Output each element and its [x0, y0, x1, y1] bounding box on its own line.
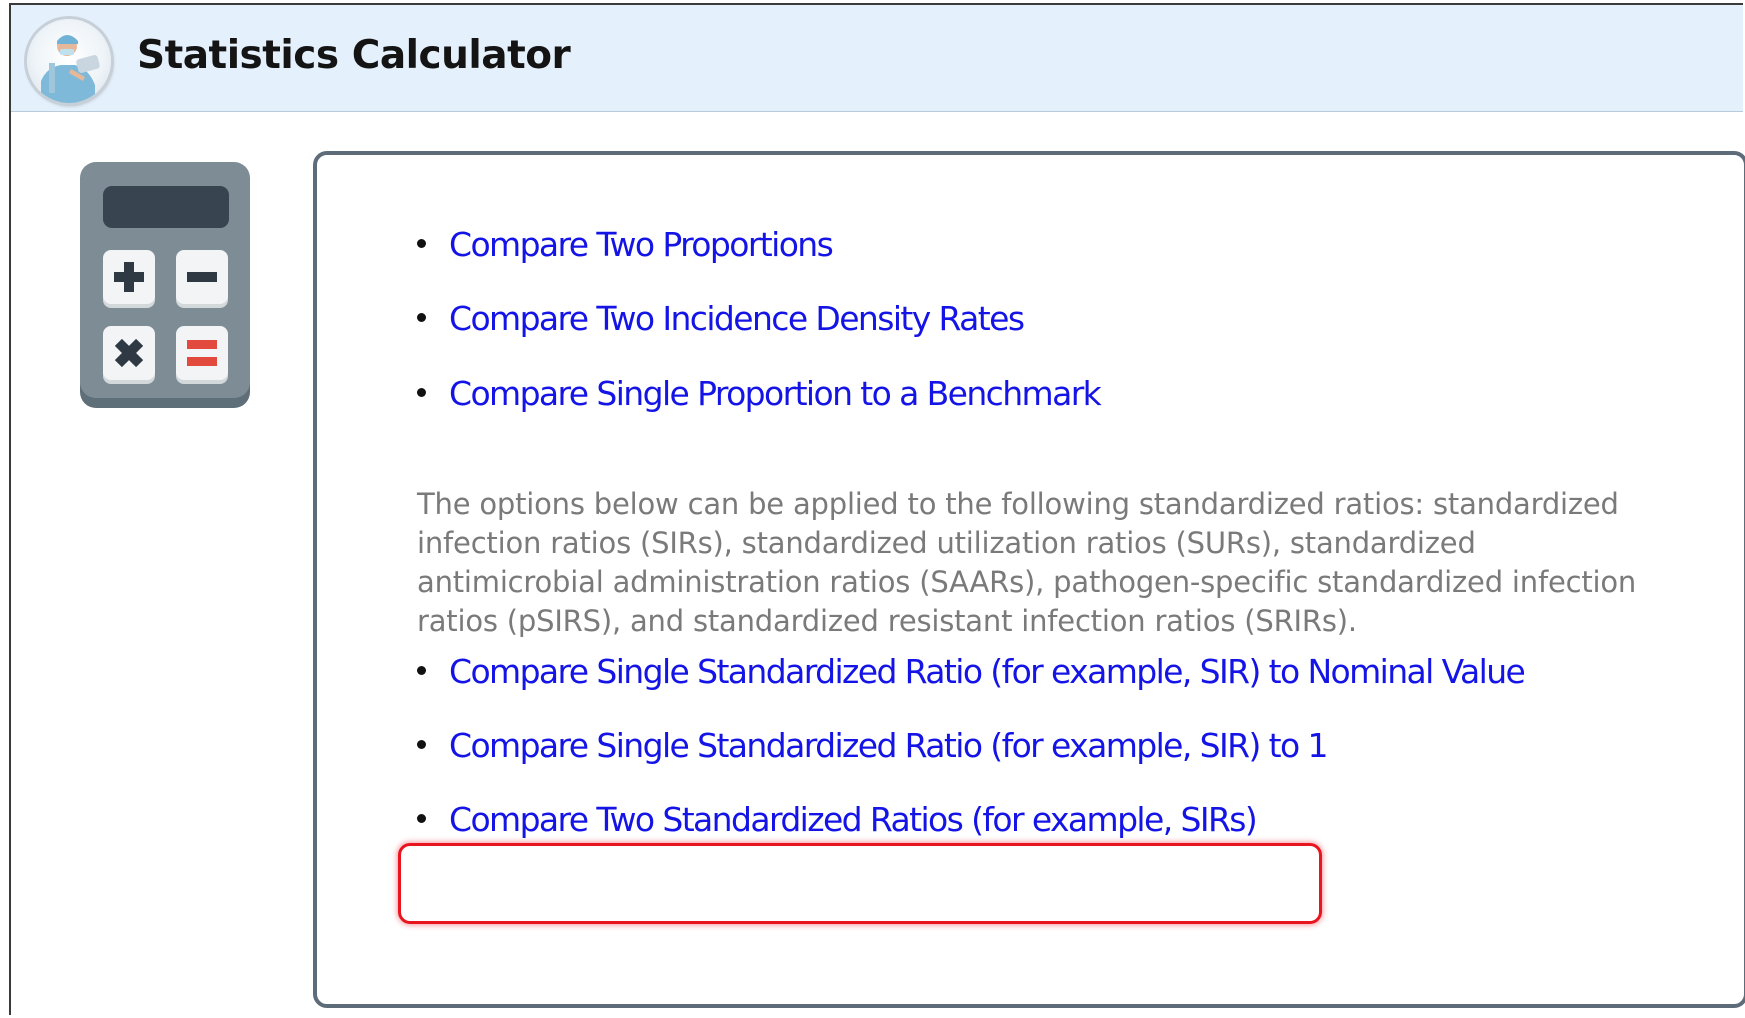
bullet-icon [417, 313, 426, 322]
nurse-avatar-graphic [41, 35, 100, 103]
compare-two-standardized-ratios-link[interactable]: Compare Two Standardized Ratios (for exa… [449, 800, 1258, 839]
compare-single-proportion-benchmark-link[interactable]: Compare Single Proportion to a Benchmark [449, 374, 1102, 413]
bullet-icon [417, 740, 426, 749]
standardized-ratios-note: The options below can be applied to the … [417, 487, 1637, 638]
statistics-calculator-window: Statistics Calculator Compare Two Propor… [9, 3, 1745, 1015]
calculator-graphic [80, 162, 250, 408]
header-bar: Statistics Calculator [11, 5, 1743, 112]
list-item: Compare Single Standardized Ratio (for e… [417, 652, 1526, 692]
bullet-icon [417, 388, 426, 397]
list-item: Compare Two Incidence Density Rates [417, 299, 1025, 339]
list-item: Compare Two Proportions [417, 225, 834, 265]
compare-single-ratio-nominal-value-link[interactable]: Compare Single Standardized Ratio (for e… [449, 652, 1526, 691]
page-title: Statistics Calculator [137, 33, 571, 78]
bullet-icon [417, 814, 426, 823]
compare-two-proportions-link[interactable]: Compare Two Proportions [449, 225, 834, 264]
compare-two-incidence-density-rates-link[interactable]: Compare Two Incidence Density Rates [449, 299, 1025, 338]
bullet-icon [417, 239, 426, 248]
bullet-icon [417, 666, 426, 675]
list-item: Compare Two Standardized Ratios (for exa… [417, 800, 1258, 840]
nurse-avatar-icon [27, 19, 111, 103]
list-item: Compare Single Proportion to a Benchmark [417, 374, 1102, 414]
list-item: Compare Single Standardized Ratio (for e… [417, 726, 1328, 766]
calculator-options-panel: Compare Two Proportions Compare Two Inci… [313, 151, 1745, 1008]
calculator-icon [80, 162, 270, 432]
compare-single-ratio-to-one-link[interactable]: Compare Single Standardized Ratio (for e… [449, 726, 1328, 765]
